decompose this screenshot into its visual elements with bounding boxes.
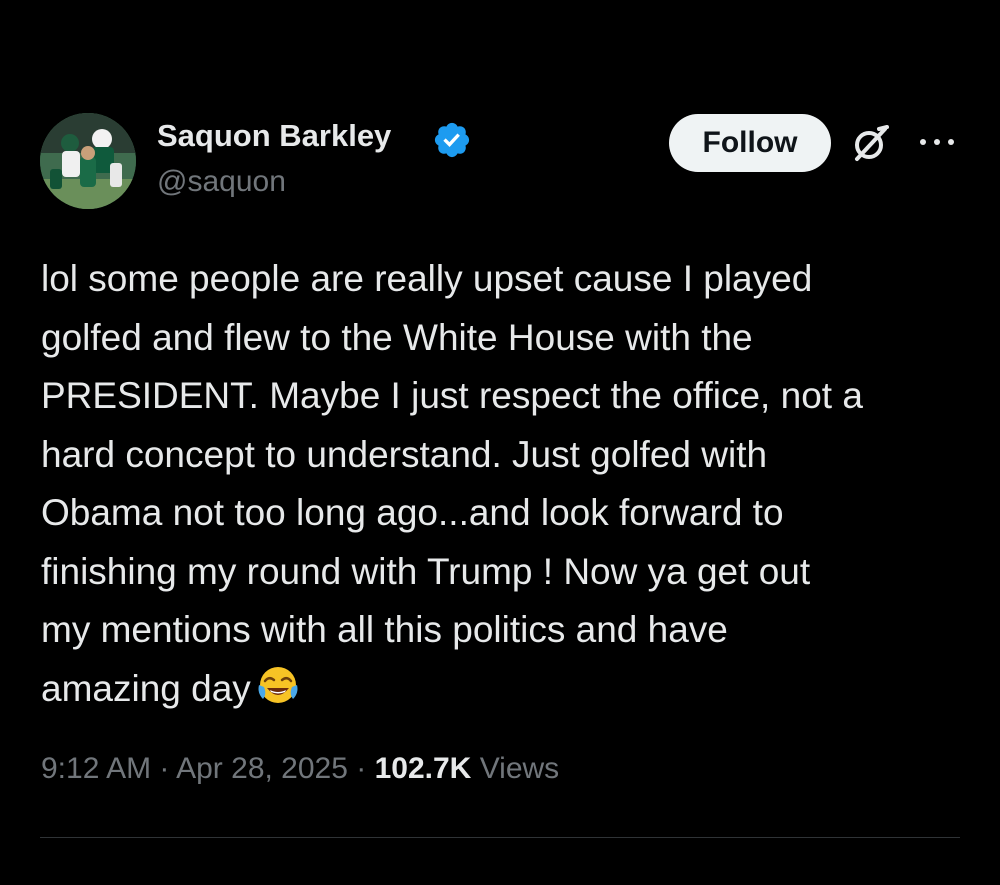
tweet-meta: 9:12 AM · Apr 28, 2025 · 102.7K Views (41, 752, 559, 786)
tweet-line: amazing day (41, 667, 251, 709)
tweet-line: lol some people are really upset cause I… (41, 258, 813, 299)
avatar-photo (40, 113, 136, 209)
grok-icon[interactable] (849, 121, 893, 165)
more-icon[interactable] (917, 130, 957, 154)
avatar[interactable] (40, 113, 136, 209)
tweet-text: lol some people are really upset cause I… (41, 250, 971, 718)
tweet-time[interactable]: 9:12 AM (41, 752, 151, 785)
follow-button[interactable]: Follow (669, 114, 831, 172)
tweet-card: Saquon Barkley @saquon Follow lol some p… (0, 0, 1000, 885)
tweet-line: hard concept to understand. Just golfed … (41, 433, 768, 475)
tweet-line: Obama not too long ago...and look forwar… (41, 492, 784, 533)
meta-separator: · (356, 752, 367, 785)
verified-badge-icon (434, 122, 470, 158)
views-count: 102.7K (374, 752, 472, 785)
divider (40, 837, 960, 838)
meta-separator: · (159, 752, 170, 785)
display-name[interactable]: Saquon Barkley (157, 118, 391, 154)
tweet-line: finishing my round with Trump ! Now ya g… (41, 550, 811, 592)
views-label: Views (479, 752, 560, 785)
tweet-date[interactable]: Apr 28, 2025 (176, 752, 348, 785)
tweet-line: my mentions with all this politics and h… (41, 609, 728, 650)
tweet-line: golfed and flew to the White House with … (41, 316, 753, 358)
face-with-tears-of-joy-icon (258, 666, 298, 703)
tweet-line: PRESIDENT. Maybe I just respect the offi… (41, 375, 863, 416)
handle[interactable]: @saquon (157, 165, 286, 199)
